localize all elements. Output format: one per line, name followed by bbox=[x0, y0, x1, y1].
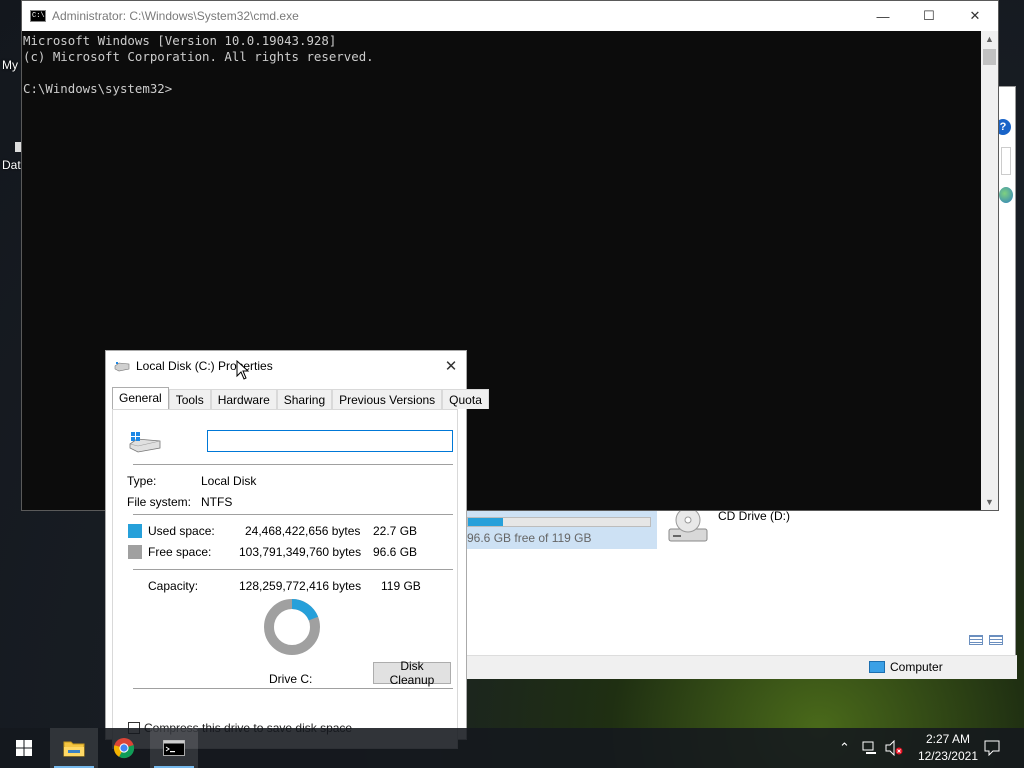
used-space-label: Used space: bbox=[148, 524, 215, 538]
taskbar-command-prompt[interactable] bbox=[150, 728, 198, 768]
scroll-down-arrow-icon[interactable]: ▼ bbox=[981, 494, 998, 510]
maximize-button[interactable]: ☐ bbox=[906, 1, 952, 31]
used-space-gb: 22.7 GB bbox=[373, 524, 418, 538]
drive-c-free-text: 96.6 GB free of 119 GB bbox=[467, 531, 592, 545]
tab-sharing[interactable]: Sharing bbox=[276, 389, 333, 409]
volume-muted-icon[interactable] bbox=[885, 740, 903, 756]
tab-general[interactable]: General bbox=[112, 387, 169, 409]
file-system-label: File system: bbox=[127, 495, 192, 509]
cd-drive-label[interactable]: CD Drive (D:) bbox=[718, 509, 790, 523]
cmd-window-title: Administrator: C:\Windows\System32\cmd.e… bbox=[52, 9, 299, 23]
used-space-bytes: 24,468,422,656 bytes bbox=[245, 524, 361, 538]
desktop-icon-label-my[interactable]: My bbox=[2, 58, 18, 72]
network-globe-icon bbox=[999, 187, 1013, 203]
desktop: My Dat ? 96.6 GB free of 119 GB CD Drive… bbox=[0, 0, 1024, 768]
divider bbox=[133, 514, 453, 515]
drive-c-usage-bar bbox=[467, 517, 651, 527]
explorer-status-bar: Computer bbox=[461, 655, 1017, 679]
cd-drive-icon[interactable] bbox=[667, 505, 709, 545]
disk-cleanup-button[interactable]: Disk Cleanup bbox=[373, 659, 451, 687]
network-icon[interactable] bbox=[862, 741, 878, 755]
console-line: (c) Microsoft Corporation. All rights re… bbox=[23, 49, 374, 64]
start-button[interactable] bbox=[0, 728, 48, 768]
dialog-title: Local Disk (C:) Properties bbox=[136, 359, 273, 373]
dialog-titlebar[interactable]: Local Disk (C:) Properties ✕ bbox=[106, 351, 466, 381]
computer-icon bbox=[869, 661, 885, 673]
disk-properties-dialog[interactable]: Local Disk (C:) Properties ✕ General Too… bbox=[105, 350, 489, 749]
folder-icon bbox=[63, 741, 85, 757]
console-line: ​ bbox=[23, 65, 981, 81]
taskbar-file-explorer[interactable] bbox=[50, 728, 98, 768]
type-value: Local Disk bbox=[201, 474, 257, 488]
free-space-bytes: 103,791,349,760 bytes bbox=[239, 545, 362, 559]
free-space-gb: 96.6 GB bbox=[373, 545, 418, 559]
used-space-swatch bbox=[128, 524, 142, 538]
disk-usage-donut bbox=[264, 599, 320, 655]
capacity-label: Capacity: bbox=[148, 579, 199, 593]
drive-c-usage-fill bbox=[468, 518, 503, 526]
divider bbox=[133, 688, 453, 689]
status-location-label: Computer bbox=[890, 660, 943, 674]
dialog-close-button[interactable]: ✕ bbox=[436, 351, 466, 381]
view-toggle-group bbox=[969, 635, 1003, 645]
show-hidden-icons-chevron-icon[interactable]: ⌃ bbox=[839, 740, 850, 756]
taskbar: ⌃ 2:27 AM 12/23/2021 bbox=[0, 728, 1024, 768]
minimize-button[interactable]: — bbox=[860, 1, 906, 31]
mouse-cursor-icon bbox=[236, 360, 250, 380]
general-tab-panel: Type: Local Disk File system: NTFS Used … bbox=[112, 409, 458, 749]
close-button[interactable]: ✕ bbox=[952, 1, 998, 31]
capacity-gb: 119 GB bbox=[381, 579, 421, 593]
console-line: Microsoft Windows [Version 10.0.19043.92… bbox=[23, 33, 337, 48]
scrollbar-fragment[interactable] bbox=[1001, 147, 1011, 175]
desktop-icon-label-dat[interactable]: Dat bbox=[2, 158, 21, 172]
scroll-thumb[interactable] bbox=[983, 49, 996, 65]
console-prompt: C:\Windows\system32> bbox=[23, 81, 173, 96]
divider bbox=[133, 464, 453, 465]
tab-hardware[interactable]: Hardware bbox=[210, 389, 277, 409]
terminal-icon bbox=[163, 740, 185, 756]
cmd-scrollbar[interactable]: ▲ ▼ bbox=[981, 31, 998, 510]
clock-date: 12/23/2021 bbox=[917, 749, 978, 763]
tab-previous-versions[interactable]: Previous Versions bbox=[332, 389, 443, 409]
tab-quota[interactable]: Quota bbox=[442, 389, 489, 409]
divider bbox=[133, 569, 453, 570]
tab-tools[interactable]: Tools bbox=[168, 389, 211, 409]
status-location: Computer bbox=[869, 660, 943, 674]
large-icons-view-icon[interactable] bbox=[989, 635, 1003, 645]
drive-name-input[interactable] bbox=[207, 430, 453, 452]
taskbar-chrome[interactable] bbox=[100, 728, 148, 768]
notifications-icon[interactable] bbox=[984, 740, 1000, 756]
windows-logo-icon bbox=[16, 740, 32, 756]
drive-label: Drive C: bbox=[269, 672, 313, 686]
scroll-up-arrow-icon[interactable]: ▲ bbox=[981, 31, 998, 47]
capacity-bytes: 128,259,772,416 bytes bbox=[239, 579, 362, 593]
type-label: Type: bbox=[127, 474, 157, 488]
file-system-value: NTFS bbox=[201, 495, 233, 509]
drive-large-icon bbox=[129, 432, 161, 453]
cmd-titlebar[interactable]: C:\ Administrator: C:\Windows\System32\c… bbox=[22, 1, 998, 31]
clock-time: 2:27 AM bbox=[925, 732, 970, 746]
local-disk-icon bbox=[114, 362, 130, 372]
properties-tabs: General Tools Hardware Sharing Previous … bbox=[112, 387, 489, 409]
details-view-icon[interactable] bbox=[969, 635, 983, 645]
cmd-app-icon[interactable]: C:\ bbox=[30, 10, 46, 22]
system-clock[interactable]: 2:27 AM 12/23/2021 bbox=[918, 731, 978, 765]
free-space-swatch bbox=[128, 545, 142, 559]
free-space-label: Free space: bbox=[148, 545, 212, 559]
chrome-icon bbox=[113, 738, 135, 759]
